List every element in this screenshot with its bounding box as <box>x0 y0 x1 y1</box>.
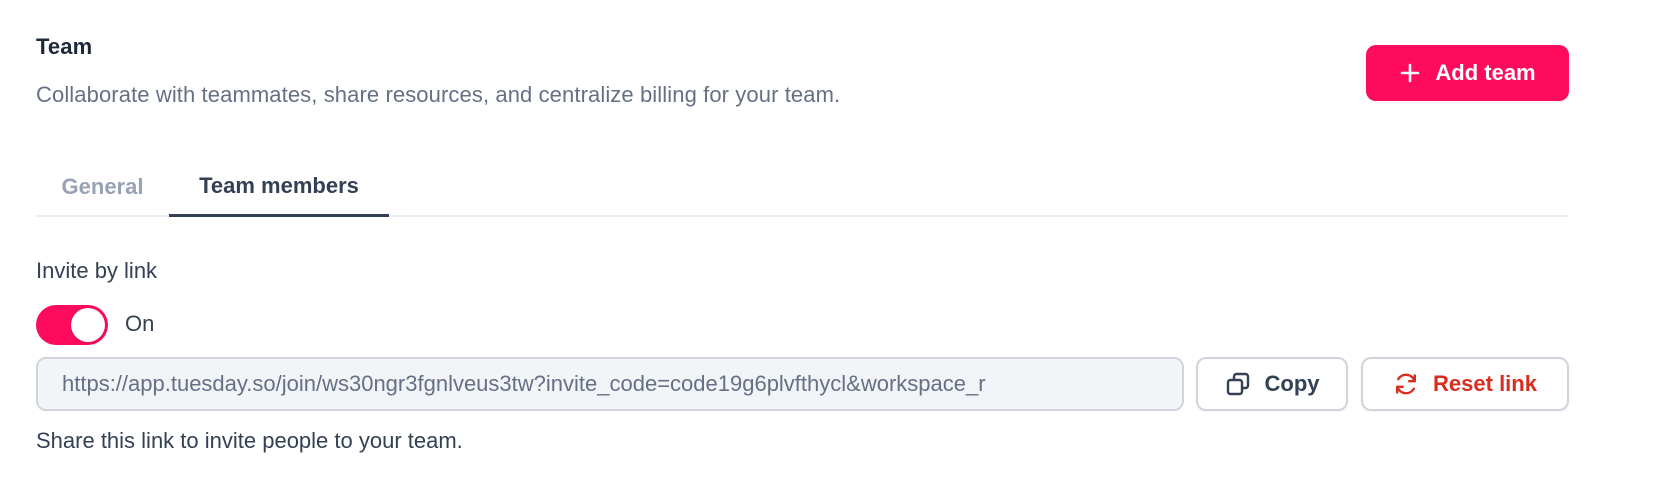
invite-link-toggle[interactable] <box>36 305 108 345</box>
refresh-icon <box>1396 373 1417 395</box>
reset-link-label: Reset link <box>1433 371 1537 396</box>
toggle-state-label: On <box>125 311 155 336</box>
tab-team-members[interactable]: Team members <box>169 158 389 217</box>
copy-icon <box>1226 372 1249 396</box>
tab-general[interactable]: General <box>36 158 169 215</box>
plus-icon <box>1401 63 1420 83</box>
reset-link-button[interactable]: Reset link <box>1361 357 1569 411</box>
invite-link-field[interactable]: https://app.tuesday.so/join/ws30ngr3fgnl… <box>36 357 1184 411</box>
add-team-label: Add team <box>1435 60 1536 85</box>
invite-by-link-label: Invite by link <box>36 258 158 283</box>
toggle-knob <box>71 308 105 342</box>
invite-help-text: Share this link to invite people to your… <box>36 428 463 453</box>
section-description: Collaborate with teammates, share resour… <box>36 82 841 107</box>
team-settings-panel: Team Collaborate with teammates, share r… <box>0 0 1654 492</box>
section-title: Team <box>36 34 93 59</box>
copy-label: Copy <box>1264 371 1320 396</box>
copy-link-button[interactable]: Copy <box>1196 357 1348 411</box>
invite-link-value: https://app.tuesday.so/join/ws30ngr3fgnl… <box>62 371 986 396</box>
add-team-button[interactable]: Add team <box>1366 45 1569 101</box>
tab-bar: General Team members <box>36 158 1569 217</box>
